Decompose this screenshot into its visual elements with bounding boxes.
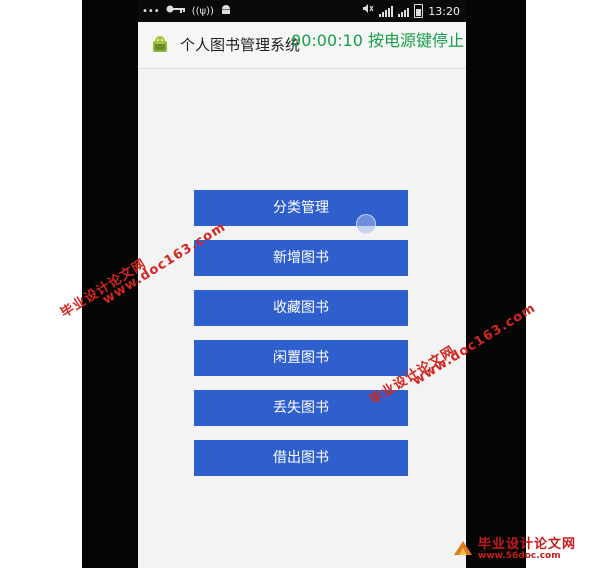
right-black-bar (466, 0, 526, 568)
touch-indicator (356, 214, 376, 234)
footer-title: 毕业设计论文网 (478, 537, 577, 552)
android-app-icon (150, 35, 170, 55)
page: ••• ((ψ)) 13:20 个人图书管理系统 00:00:10 按电源键停止… (0, 0, 608, 568)
signal-icon (379, 5, 394, 17)
status-time: 13:20 (428, 4, 460, 18)
footer-logo: 毕业设计论文网 www.56doc.com (452, 537, 577, 562)
recording-overlay: 00:00:10 按电源键停止 (291, 27, 464, 51)
app-title: 个人图书管理系统 (180, 36, 301, 54)
battery-icon (414, 4, 424, 18)
category-manage-button[interactable]: 分类管理 (194, 190, 408, 226)
key-icon (166, 4, 186, 19)
mute-icon (362, 3, 374, 19)
status-bar: ••• ((ψ)) 13:20 (138, 0, 466, 22)
recording-hint: 按电源键停止 (367, 31, 464, 50)
footer-url: www.56doc.com (478, 551, 561, 562)
phone-screen: ••• ((ψ)) 13:20 个人图书管理系统 00:00:10 按电源键停止… (138, 0, 466, 568)
status-left: ••• ((ψ)) (142, 3, 232, 20)
signal-2g-icon (398, 6, 410, 17)
android-debug-icon (220, 3, 232, 20)
favorite-books-button[interactable]: 收藏图书 (194, 290, 408, 326)
dots-icon: ••• (142, 5, 160, 17)
status-right: 13:20 (362, 3, 460, 19)
lent-books-button[interactable]: 借出图书 (194, 440, 408, 476)
wifi-icon: ((ψ)) (191, 5, 214, 17)
add-book-button[interactable]: 新增图书 (194, 240, 408, 276)
logo-icon (452, 539, 474, 561)
idle-books-button[interactable]: 闲置图书 (194, 340, 408, 376)
action-bar: 个人图书管理系统 00:00:10 按电源键停止 (138, 22, 466, 69)
recording-timer: 00:00:10 (291, 31, 363, 50)
footer-text: 毕业设计论文网 www.56doc.com (478, 537, 577, 562)
